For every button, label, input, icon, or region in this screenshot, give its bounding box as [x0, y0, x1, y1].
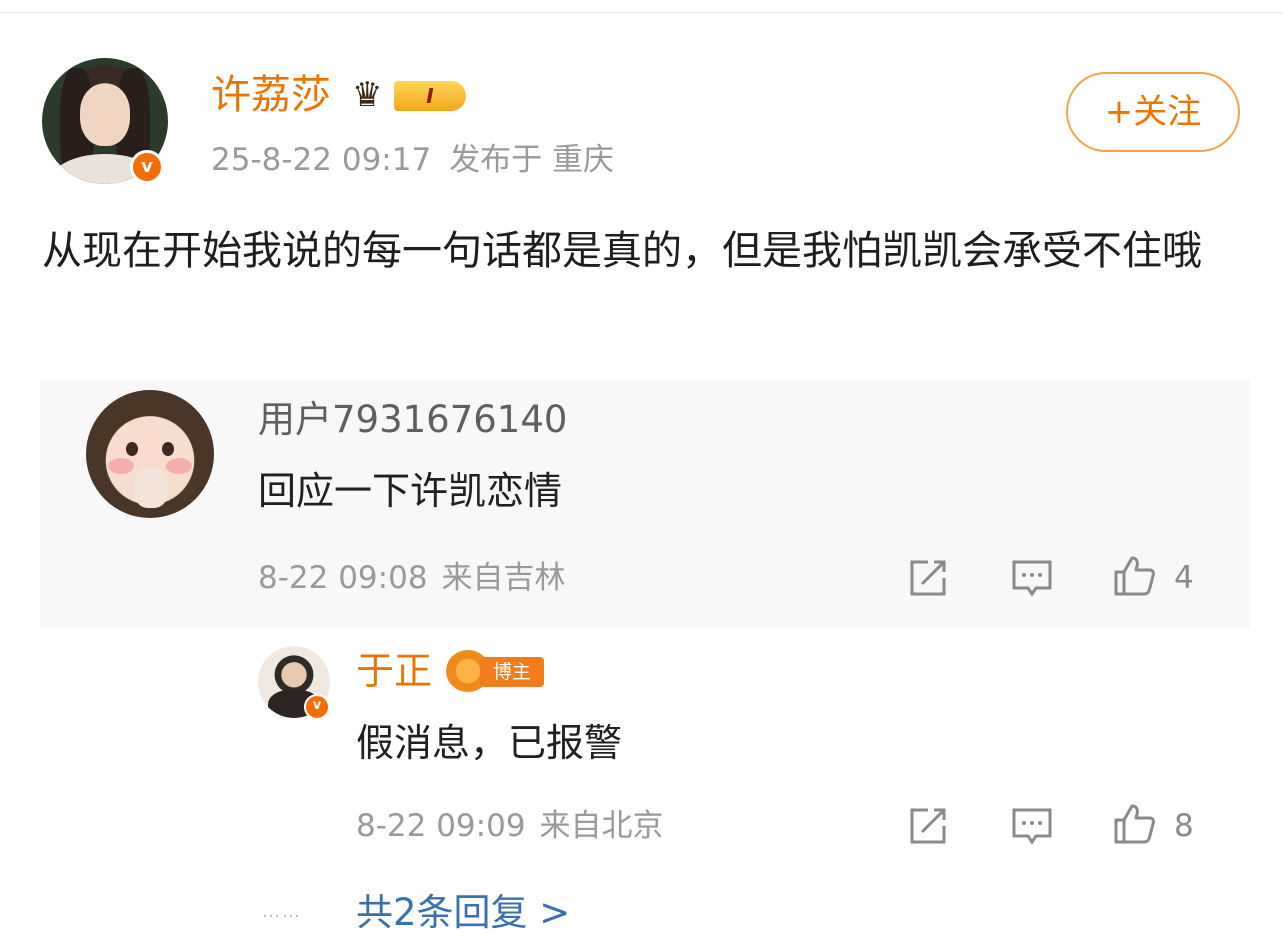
follow-button[interactable]: +关注 [1066, 72, 1240, 152]
post-text: 从现在开始我说的每一句话都是真的，但是我怕凯凯会承受不住哦 [42, 228, 1202, 274]
reply-share-icon[interactable] [906, 804, 950, 848]
reply-like-icon[interactable] [1112, 802, 1156, 846]
reply-like-count: 8 [1174, 808, 1194, 844]
vip-badge[interactable]: ♛ I [352, 73, 470, 117]
commenter-avatar[interactable] [86, 390, 214, 518]
reply-thread-dots: …… [262, 901, 302, 922]
vip-level: I [394, 81, 466, 111]
comment-text: 回应一下许凯恋情 [258, 469, 563, 513]
reply-comment-icon[interactable] [1010, 804, 1054, 848]
post-meta: 25-8-22 09:17 发布于 重庆 [211, 140, 614, 180]
comment-date: 8-22 09:08 [258, 560, 428, 596]
like-icon[interactable] [1112, 554, 1156, 598]
author-name[interactable]: 许荔莎 [211, 70, 331, 120]
replier-verified-badge-icon: v [304, 694, 330, 720]
commenter-name[interactable]: 用户7931676140 [258, 396, 567, 444]
comment-location: 来自吉林 [441, 560, 566, 596]
blogger-badge: 博主 [446, 650, 546, 692]
reply-meta: 8-22 09:09 来自北京 [356, 804, 664, 848]
reply-text: 假消息，已报警 [356, 721, 623, 765]
comment-icon[interactable] [1010, 556, 1054, 600]
post-date: 25-8-22 09:17 [211, 142, 432, 178]
comment-meta: 8-22 09:08 来自吉林 [258, 556, 566, 600]
blogger-badge-label: 博主 [480, 657, 544, 687]
share-icon[interactable] [906, 556, 950, 600]
top-divider [0, 12, 1283, 13]
comment-card [40, 380, 1250, 628]
more-replies-link[interactable]: 共2条回复 > [356, 888, 570, 938]
reply-location: 来自北京 [539, 808, 664, 844]
crown-icon: ♛ [352, 75, 383, 115]
reply-date: 8-22 09:09 [356, 808, 526, 844]
verified-badge-icon: v [130, 150, 164, 184]
comment-like-count: 4 [1174, 560, 1194, 596]
replier-name[interactable]: 于正 [356, 646, 432, 696]
post-location: 发布于 重庆 [449, 142, 615, 178]
